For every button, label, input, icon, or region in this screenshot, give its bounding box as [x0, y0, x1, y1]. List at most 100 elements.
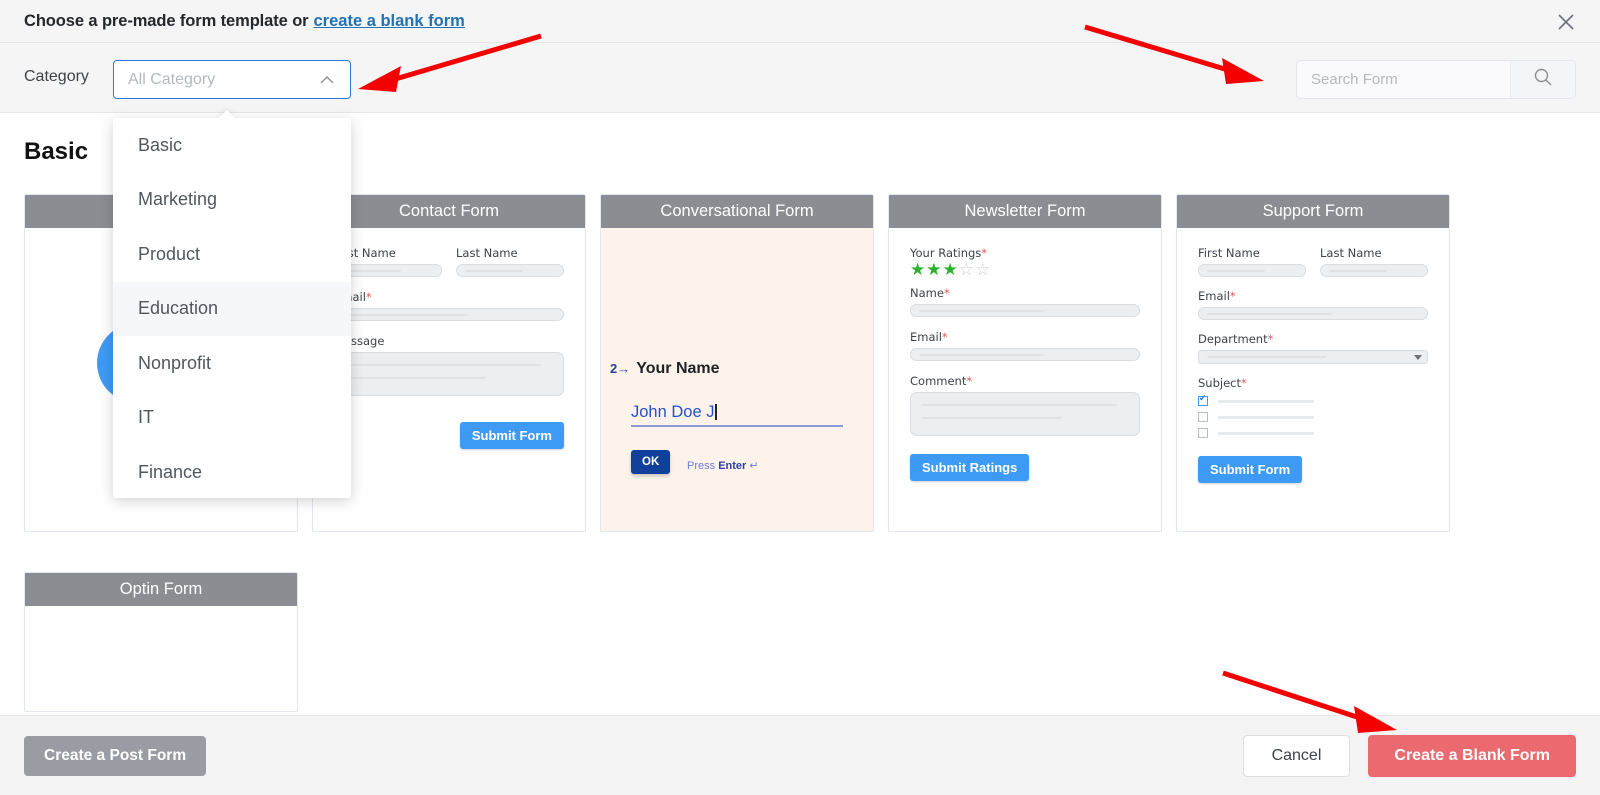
star-filled-icon[interactable]: ★ — [910, 260, 926, 279]
star-empty-icon[interactable]: ☆ — [975, 260, 991, 279]
checkbox-icon[interactable] — [1198, 428, 1208, 438]
submit-ratings-button[interactable]: Submit Ratings — [910, 453, 1030, 481]
checkbox-icon[interactable] — [1198, 412, 1208, 422]
message-label: Message — [334, 334, 385, 348]
template-card-support-form[interactable]: Support Form First Name Last Name Email*… — [1176, 194, 1450, 532]
cancel-button[interactable]: Cancel — [1242, 734, 1351, 777]
submit-row: Submit Form — [334, 422, 564, 449]
card-body: First Name Last Name Email* Department* … — [1177, 228, 1449, 531]
last-name-group: Last Name — [1320, 246, 1428, 277]
close-glyph — [1558, 14, 1574, 30]
star-filled-icon[interactable]: ★ — [926, 260, 942, 279]
last-name-label: Last Name — [456, 246, 518, 260]
subject-group: Subject* — [1198, 376, 1428, 438]
email-group: Email* — [1198, 289, 1428, 320]
search-input[interactable] — [1297, 61, 1510, 98]
section-title: Basic — [24, 138, 89, 165]
dropdown-item-basic[interactable]: Basic — [113, 118, 351, 173]
dropdown-item-nonprofit[interactable]: Nonprofit — [113, 336, 351, 391]
card-body — [25, 606, 297, 711]
create-blank-form-link[interactable]: create a blank form — [314, 12, 465, 31]
close-icon[interactable] — [1550, 6, 1582, 38]
category-label: Category — [24, 68, 89, 85]
question-text: Your Name — [636, 360, 720, 377]
card-header: Contact Form — [313, 195, 585, 228]
template-cards-row-2: Optin Form — [24, 572, 298, 712]
email-input[interactable] — [1198, 307, 1428, 320]
ok-button[interactable]: OK — [631, 450, 671, 474]
dropdown-item-it[interactable]: IT — [113, 391, 351, 446]
option-placeholder-bar — [1218, 415, 1314, 419]
create-blank-form-button[interactable]: Create a Blank Form — [1368, 734, 1576, 777]
search-icon — [1532, 66, 1554, 93]
search-form-box[interactable] — [1296, 60, 1576, 99]
dropdown-item-marketing[interactable]: Marketing — [113, 173, 351, 228]
email-group: Email* — [910, 330, 1140, 361]
name-group: Name* — [910, 286, 1140, 317]
search-button[interactable] — [1510, 61, 1575, 98]
step-number: 2→ — [610, 361, 631, 376]
category-select-value: All Category — [128, 70, 216, 88]
star-empty-icon[interactable]: ☆ — [959, 260, 975, 279]
department-label: Department* — [1198, 332, 1274, 346]
subject-option-row[interactable] — [1198, 428, 1428, 438]
ratings-group: Your Ratings* ★★★☆☆ — [910, 246, 1140, 280]
template-card-conversational-form[interactable]: Conversational Form 2→ Your Name John Do… — [600, 194, 874, 532]
dropdown-item-finance[interactable]: Finance — [113, 445, 351, 498]
step-arrow-icon: → — [617, 361, 631, 376]
department-select[interactable] — [1198, 350, 1428, 364]
email-group: Email* — [334, 290, 564, 321]
modal-header: Choose a pre-made form template or creat… — [0, 0, 1600, 43]
dropdown-pointer — [218, 110, 236, 119]
submit-form-button[interactable]: Submit Form — [459, 422, 564, 449]
first-name-group: First Name — [1198, 246, 1306, 277]
template-card-contact-form[interactable]: Contact Form First Name Last Name Em — [312, 194, 586, 532]
text-caret — [715, 404, 717, 420]
search-glyph — [1534, 68, 1552, 86]
last-name-label: Last Name — [1320, 246, 1382, 260]
card-header: Conversational Form — [601, 195, 873, 228]
modal-footer: Create a Post Form Cancel Create a Blank… — [0, 715, 1600, 795]
comment-textarea[interactable] — [910, 391, 1140, 436]
category-dropdown-menu: Basic Marketing Product Education Nonpro… — [113, 118, 351, 498]
name-row: First Name Last Name — [334, 246, 564, 277]
create-post-form-button[interactable]: Create a Post Form — [24, 735, 207, 776]
name-input[interactable] — [910, 303, 1140, 317]
page-title: Choose a pre-made form template or — [24, 11, 309, 30]
submit-form-button[interactable]: Submit Form — [1198, 456, 1303, 483]
template-card-optin-form[interactable]: Optin Form — [24, 572, 298, 712]
last-name-input[interactable] — [1320, 264, 1428, 277]
submit-row: Submit Form — [1198, 456, 1428, 483]
email-input[interactable] — [334, 308, 564, 321]
email-label: Email* — [334, 290, 564, 304]
star-filled-icon[interactable]: ★ — [943, 260, 959, 279]
chevron-up-glyph — [320, 76, 334, 84]
first-name-input[interactable] — [1198, 264, 1306, 277]
dropdown-item-product[interactable]: Product — [113, 227, 351, 282]
dropdown-item-education[interactable]: Education — [113, 281, 351, 336]
card-header: Optin Form — [25, 573, 297, 606]
message-textarea[interactable] — [334, 352, 564, 396]
name-label: Name* — [910, 285, 950, 300]
star-rating[interactable]: ★★★☆☆ — [910, 260, 1140, 280]
ratings-label: Your Ratings* — [910, 246, 988, 260]
chevron-down-icon — [1414, 355, 1422, 360]
card-header: Support Form — [1177, 195, 1449, 228]
checkbox-checked-icon[interactable] — [1198, 394, 1208, 406]
email-input[interactable] — [910, 347, 1140, 361]
card-body: 2→ Your Name John Doe J OK Press Enter ↵ — [601, 228, 873, 531]
email-label: Email* — [1198, 289, 1236, 303]
category-select[interactable]: All Category — [113, 60, 351, 99]
subject-option-row[interactable] — [1198, 394, 1428, 406]
last-name-input[interactable] — [456, 264, 564, 277]
answer-input[interactable]: John Doe J — [631, 403, 843, 427]
required-marker: * — [365, 290, 372, 304]
subject-option-row[interactable] — [1198, 412, 1428, 422]
option-placeholder-bar — [1218, 399, 1314, 403]
template-card-newsletter-form[interactable]: Newsletter Form Your Ratings* ★★★☆☆ Name… — [888, 194, 1162, 532]
question-row: 2→ Your Name — [610, 360, 720, 378]
answer-value: John Doe J — [631, 403, 715, 421]
name-row: First Name Last Name — [1198, 246, 1428, 277]
press-enter-hint: Press Enter ↵ — [687, 460, 759, 472]
submit-row: Submit Ratings — [910, 453, 1140, 481]
